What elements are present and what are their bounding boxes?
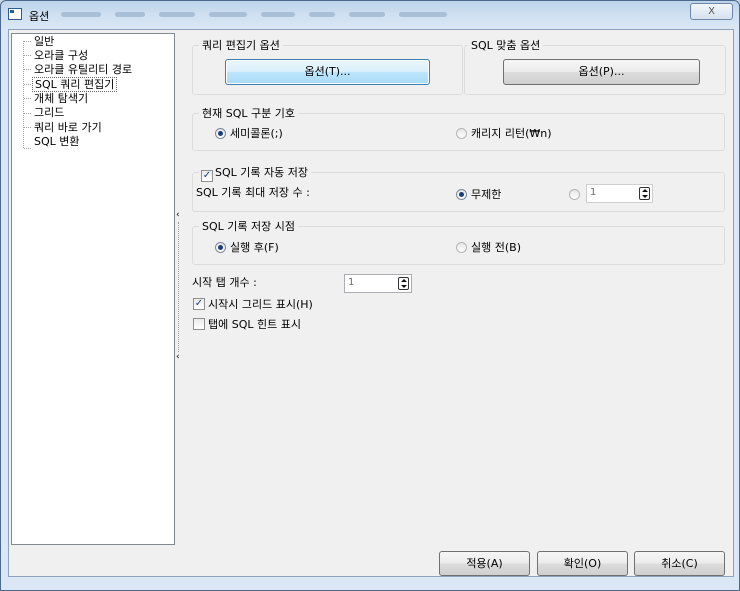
tree-connector bbox=[24, 55, 31, 56]
tree-connector bbox=[24, 84, 31, 85]
collapse-left-icon[interactable]: ‹ bbox=[176, 210, 180, 220]
tree-connector bbox=[24, 69, 31, 70]
category-tree[interactable]: 일반 오라클 구성 오라클 유틸리티 경로 SQL 쿼리 편집기 개체 탐색기 … bbox=[11, 33, 175, 545]
splitter-grip bbox=[178, 222, 179, 352]
show-hint-label[interactable]: 탭에 SQL 힌트 표시 bbox=[208, 318, 301, 331]
sql-history-autosave-header: ✓ SQL 기록 자동 저장 bbox=[199, 166, 311, 182]
ok-button[interactable]: 확인(O) bbox=[537, 551, 628, 576]
after-execute-radio-label[interactable]: 실행 후(F) bbox=[230, 241, 279, 254]
after-execute-radio[interactable] bbox=[215, 242, 226, 253]
apply-button[interactable]: 적용(A) bbox=[439, 551, 530, 576]
tree-connector bbox=[24, 148, 31, 149]
spinner-arrows-icon[interactable] bbox=[398, 277, 409, 290]
window-title: 옵션 bbox=[29, 10, 50, 23]
tree-connector bbox=[24, 113, 31, 114]
query-editor-options-button[interactable]: 옵션(T)... bbox=[225, 59, 430, 85]
title-bar: 옵션 X bbox=[1, 1, 739, 29]
tab-count-value: 1 bbox=[348, 277, 355, 288]
tree-connector bbox=[24, 127, 31, 128]
spinner-arrows-icon[interactable] bbox=[639, 187, 650, 200]
tree-item-query-shortcuts[interactable]: 쿼리 바로 가기 bbox=[32, 121, 104, 134]
tab-count-spinner[interactable]: 1 bbox=[344, 274, 412, 293]
tree-item-grid[interactable]: 그리드 bbox=[32, 106, 66, 119]
panel-splitter[interactable]: ‹ ‹ bbox=[175, 210, 183, 370]
tree-connector bbox=[23, 41, 24, 148]
unlimited-radio[interactable] bbox=[456, 189, 467, 200]
tree-item-oracle-config[interactable]: 오라클 구성 bbox=[32, 49, 90, 62]
cancel-button[interactable]: 취소(C) bbox=[634, 551, 725, 576]
save-timing-label: SQL 기록 저장 시점 bbox=[199, 220, 298, 233]
tree-item-general[interactable]: 일반 bbox=[32, 35, 56, 48]
sql-format-options-label: SQL 맞춤 옵션 bbox=[468, 39, 544, 52]
before-execute-radio-label[interactable]: 실행 전(B) bbox=[471, 241, 521, 254]
tree-connector bbox=[24, 41, 31, 42]
show-grid-checkbox[interactable]: ✓ bbox=[193, 298, 205, 310]
close-button[interactable]: X bbox=[690, 3, 733, 20]
show-grid-label[interactable]: 시작시 그리드 표시(H) bbox=[208, 298, 313, 311]
history-limit-spinner[interactable]: 1 bbox=[586, 184, 653, 203]
tree-item-sql-convert[interactable]: SQL 변환 bbox=[32, 135, 82, 148]
sql-delimiter-label: 현재 SQL 구분 기호 bbox=[199, 107, 298, 120]
before-execute-radio[interactable] bbox=[456, 242, 467, 253]
query-editor-options-label: 쿼리 편집기 옵션 bbox=[199, 39, 283, 52]
dialog-client-area: 일반 오라클 구성 오라클 유틸리티 경로 SQL 쿼리 편집기 개체 탐색기 … bbox=[8, 29, 734, 577]
app-icon bbox=[8, 8, 22, 20]
expand-left-icon[interactable]: ‹ bbox=[176, 352, 180, 362]
sql-format-options-button[interactable]: 옵션(P)... bbox=[503, 59, 700, 85]
carriage-return-radio[interactable] bbox=[456, 128, 467, 139]
title-bar-blurred-background bbox=[61, 12, 521, 18]
tree-item-object-explorer[interactable]: 개체 탐색기 bbox=[32, 92, 90, 105]
autosave-label[interactable]: SQL 기록 자동 저장 bbox=[215, 166, 308, 179]
history-limit-value: 1 bbox=[590, 187, 597, 198]
semicolon-radio[interactable] bbox=[215, 128, 226, 139]
tree-item-oracle-utility-path[interactable]: 오라클 유틸리티 경로 bbox=[32, 63, 134, 76]
autosave-checkbox[interactable]: ✓ bbox=[201, 170, 213, 182]
unlimited-radio-label[interactable]: 무제한 bbox=[471, 188, 501, 201]
tree-connector bbox=[24, 98, 31, 99]
tree-item-sql-query-editor[interactable]: SQL 쿼리 편집기 bbox=[32, 77, 118, 92]
carriage-return-radio-label[interactable]: 캐리지 리턴(₩n) bbox=[471, 127, 552, 140]
tab-count-label: 시작 탭 개수 : bbox=[192, 276, 257, 289]
options-dialog: 옵션 X 일반 오라클 구성 오라클 유틸리티 경로 SQL 쿼리 편집기 개체… bbox=[0, 0, 740, 591]
max-count-label: SQL 기록 최대 저장 수 : bbox=[196, 186, 310, 199]
show-hint-checkbox[interactable] bbox=[193, 318, 205, 330]
limit-radio[interactable] bbox=[569, 189, 580, 200]
semicolon-radio-label[interactable]: 세미콜론(;) bbox=[230, 127, 283, 140]
